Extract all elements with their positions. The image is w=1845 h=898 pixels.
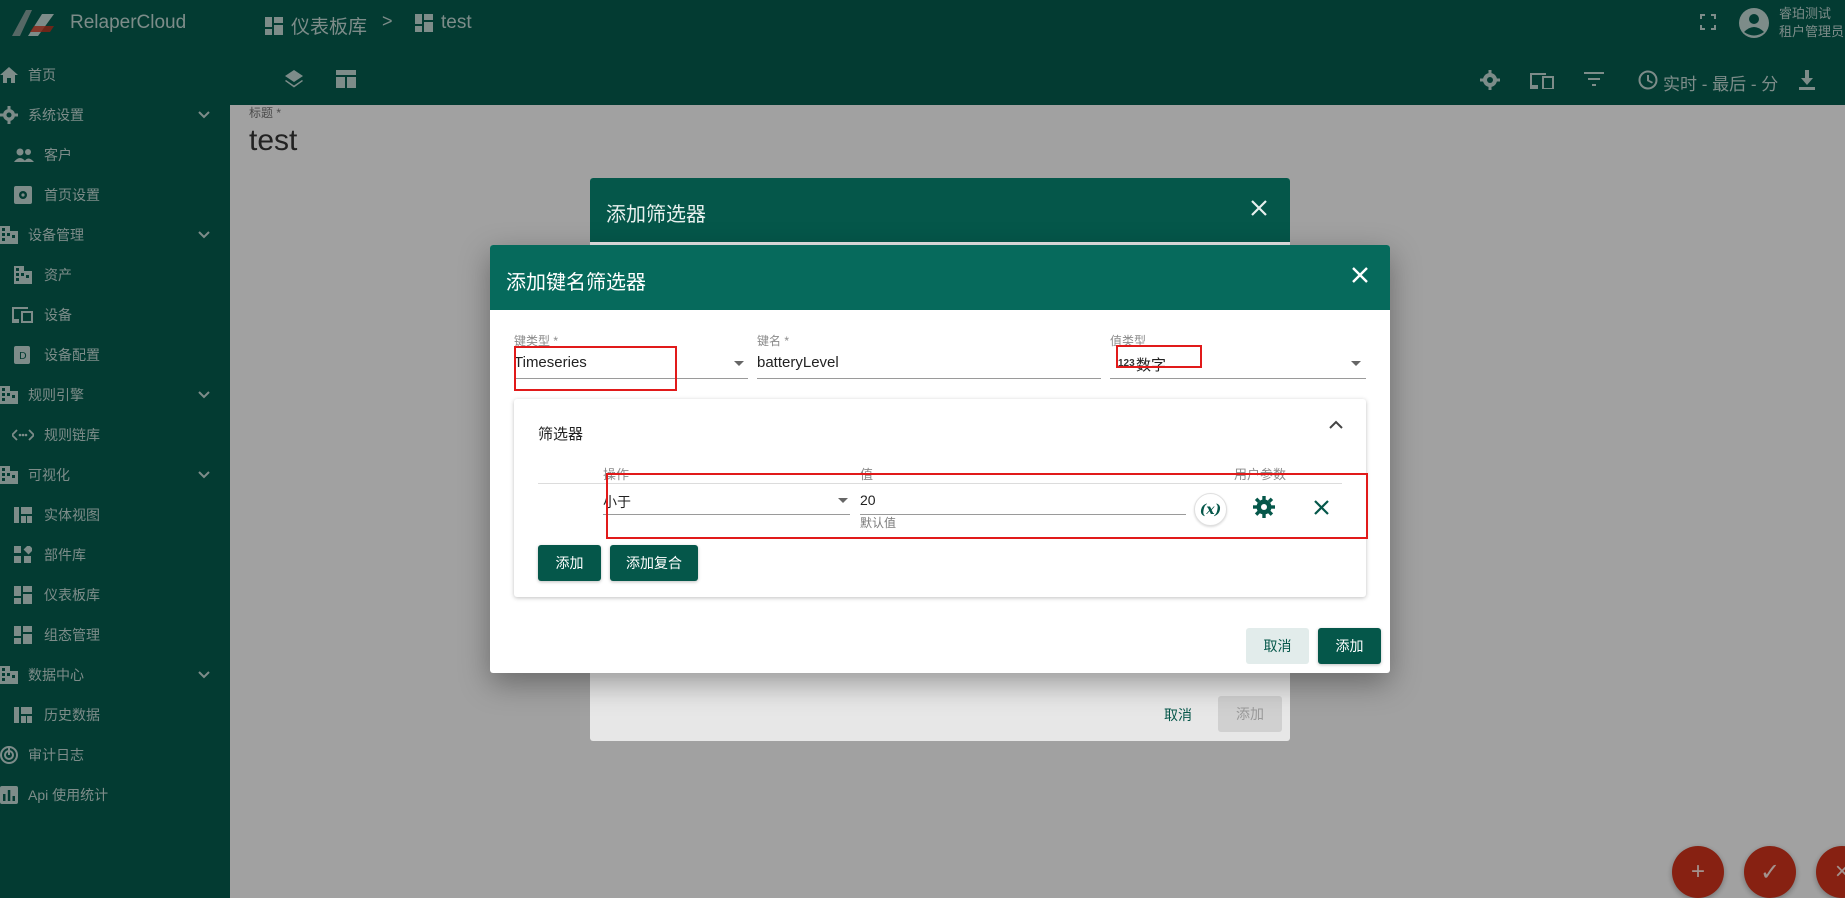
operation-select[interactable]: 小于 xyxy=(603,492,631,512)
key-type-label: 键类型 * xyxy=(514,334,559,348)
filter-value-hint: 默认值 xyxy=(860,516,897,530)
value-type-select[interactable]: 数字 xyxy=(1136,354,1166,375)
add-filter-button[interactable]: 添加 xyxy=(538,545,601,581)
add-filter-cancel-button[interactable]: 取消 xyxy=(1164,705,1192,725)
add-button[interactable]: 添加 xyxy=(1318,628,1381,664)
close-icon[interactable] xyxy=(1352,267,1368,283)
key-type-underline xyxy=(514,378,748,379)
add-complex-filter-button[interactable]: 添加复合 xyxy=(610,545,698,581)
key-name-input[interactable]: batteryLevel xyxy=(757,354,839,371)
value-type-underline xyxy=(1110,378,1366,379)
key-name-label: 键名 * xyxy=(757,334,790,348)
chevron-up-icon[interactable] xyxy=(1329,420,1343,429)
dynamic-value-button[interactable]: (x) xyxy=(1194,493,1227,526)
add-filter-dialog-title: 添加筛选器 xyxy=(606,204,706,226)
key-type-select[interactable]: Timeseries xyxy=(514,354,587,371)
filters-header-divider xyxy=(538,483,1342,484)
add-key-filter-dialog-title: 添加键名筛选器 xyxy=(506,272,646,294)
dropdown-arrow-icon xyxy=(1351,361,1361,366)
add-filter-add-button[interactable]: 添加 xyxy=(1218,696,1282,732)
operation-underline xyxy=(603,514,850,515)
filters-panel-title: 筛选器 xyxy=(538,426,584,443)
remove-filter-icon[interactable] xyxy=(1314,500,1329,515)
operation-column-header: 操作 xyxy=(603,467,630,482)
cancel-button[interactable]: 取消 xyxy=(1246,628,1309,664)
value-type-label: 值类型 xyxy=(1110,334,1147,348)
close-icon[interactable] xyxy=(1251,200,1267,216)
filter-value-underline xyxy=(860,514,1186,515)
dropdown-arrow-icon xyxy=(838,498,848,503)
key-name-underline xyxy=(757,378,1101,379)
numeric-type-icon: 123 xyxy=(1118,358,1135,369)
user-param-column-header: 用户参数 xyxy=(1234,467,1287,482)
value-column-header: 值 xyxy=(860,467,874,482)
dropdown-arrow-icon xyxy=(734,361,744,366)
filter-value-input[interactable]: 20 xyxy=(860,492,876,508)
settings-icon[interactable] xyxy=(1253,496,1275,518)
